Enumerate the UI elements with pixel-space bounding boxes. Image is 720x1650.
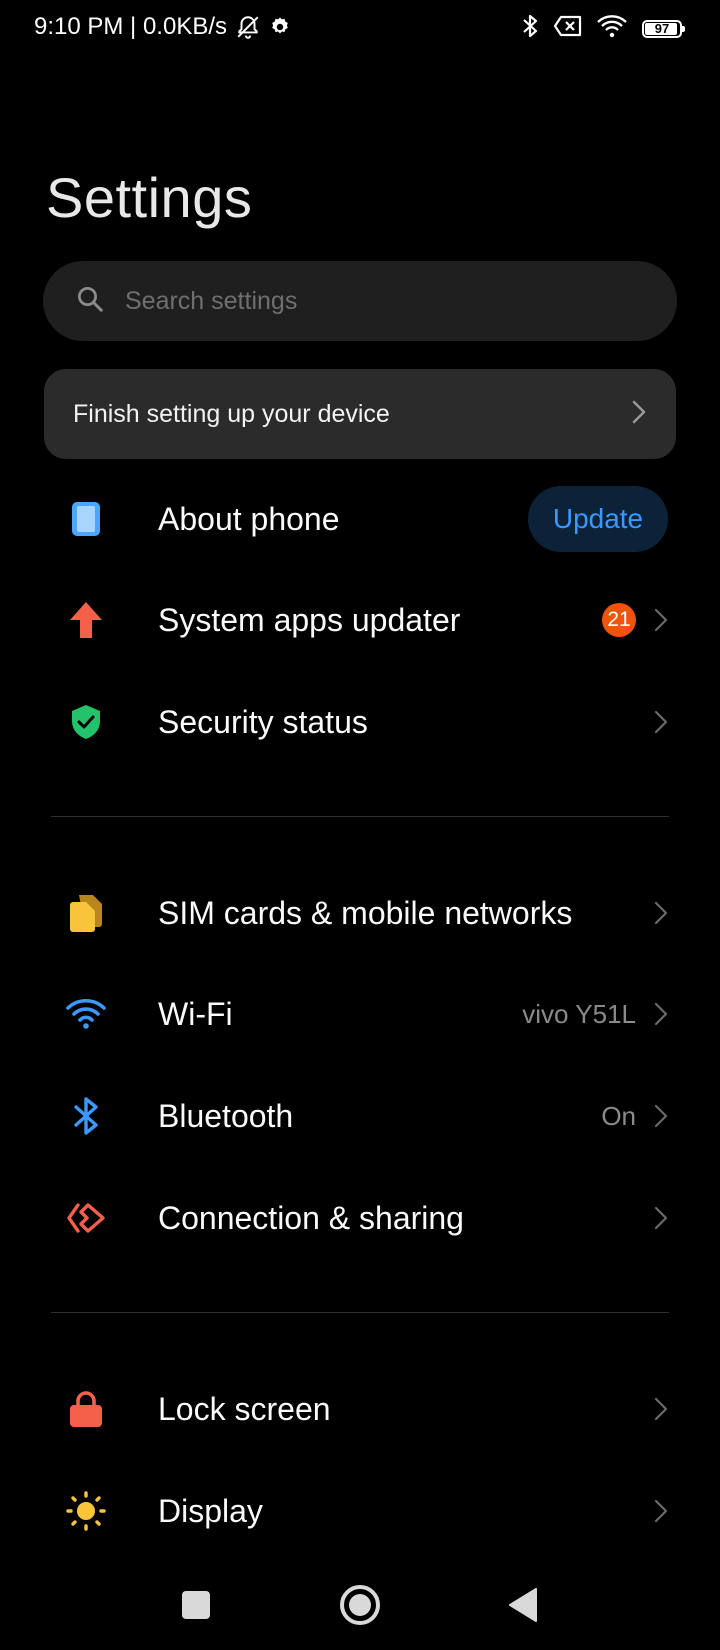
lock-screen-label: Lock screen xyxy=(158,1390,331,1427)
security-status-label: Security status xyxy=(158,703,368,740)
wifi-icon xyxy=(596,14,628,43)
status-bar: 9:10 PM | 0.0KB/s 97 xyxy=(0,0,720,56)
search-icon xyxy=(43,284,105,319)
section-divider xyxy=(51,1312,669,1313)
chevron-right-icon xyxy=(654,1104,668,1128)
chevron-right-icon xyxy=(654,1499,668,1523)
status-time-speed: 9:10 PM | 0.0KB/s xyxy=(34,13,227,40)
settings-item-security-status[interactable]: Security status xyxy=(0,672,720,772)
finish-setup-label: Finish setting up your device xyxy=(73,399,390,428)
connection-sharing-label: Connection & sharing xyxy=(158,1199,464,1236)
settings-item-connection-sharing[interactable]: Connection & sharing xyxy=(0,1168,720,1268)
phone-icon xyxy=(66,499,106,539)
chevron-right-icon xyxy=(654,1397,668,1421)
sim-icon xyxy=(66,893,106,933)
status-bar-right: 97 xyxy=(520,13,685,44)
bell-off-icon xyxy=(235,14,261,40)
update-count-badge: 21 xyxy=(602,603,636,637)
wifi-icon xyxy=(66,994,106,1034)
navigation-bar xyxy=(0,1560,720,1650)
battery-icon: 97 xyxy=(642,19,685,38)
chevron-right-icon xyxy=(654,608,668,632)
bluetooth-icon xyxy=(66,1096,106,1136)
chevron-right-icon xyxy=(654,1002,668,1026)
settings-item-system-apps-updater[interactable]: System apps updater 21 xyxy=(0,570,720,670)
chevron-right-icon xyxy=(654,901,668,925)
status-bar-left: 9:10 PM | 0.0KB/s xyxy=(34,13,291,41)
back-button[interactable] xyxy=(498,1580,548,1630)
bluetooth-status: On xyxy=(601,1100,636,1131)
recents-button[interactable] xyxy=(171,1580,221,1630)
settings-item-display[interactable]: Display xyxy=(0,1461,720,1561)
lock-icon xyxy=(66,1389,106,1429)
page-title: Settings xyxy=(46,166,253,229)
about-phone-label: About phone xyxy=(158,500,340,537)
search-input[interactable] xyxy=(123,285,607,317)
shield-check-icon xyxy=(66,702,106,742)
gear-icon xyxy=(269,16,291,38)
chevron-right-icon xyxy=(654,1206,668,1230)
settings-item-lock-screen[interactable]: Lock screen xyxy=(0,1359,720,1459)
system-apps-updater-label: System apps updater xyxy=(158,601,461,638)
search-bar[interactable] xyxy=(43,261,677,341)
settings-item-wifi[interactable]: Wi-Fi vivo Y51L xyxy=(0,964,720,1064)
settings-item-about-phone[interactable]: About phone Update xyxy=(0,469,720,569)
display-label: Display xyxy=(158,1492,263,1529)
battery-level: 97 xyxy=(654,21,670,36)
sim-cards-label: SIM cards & mobile networks xyxy=(158,894,573,931)
wifi-label: Wi-Fi xyxy=(158,995,233,1032)
connection-icon xyxy=(66,1198,106,1238)
chevron-right-icon xyxy=(654,710,668,734)
wifi-network-name: vivo Y51L xyxy=(522,998,636,1029)
chevron-right-icon xyxy=(632,400,646,429)
bluetooth-icon xyxy=(520,13,540,44)
finish-setup-card[interactable]: Finish setting up your device xyxy=(44,369,676,459)
bluetooth-label: Bluetooth xyxy=(158,1097,294,1134)
section-divider xyxy=(51,816,669,817)
settings-item-bluetooth[interactable]: Bluetooth On xyxy=(0,1066,720,1166)
arrow-up-icon xyxy=(66,600,106,640)
settings-item-sim-cards[interactable]: SIM cards & mobile networks xyxy=(0,863,720,963)
sun-icon xyxy=(66,1491,106,1531)
no-sim-icon xyxy=(553,15,582,42)
update-button[interactable]: Update xyxy=(528,486,668,552)
home-button[interactable] xyxy=(335,1580,385,1630)
